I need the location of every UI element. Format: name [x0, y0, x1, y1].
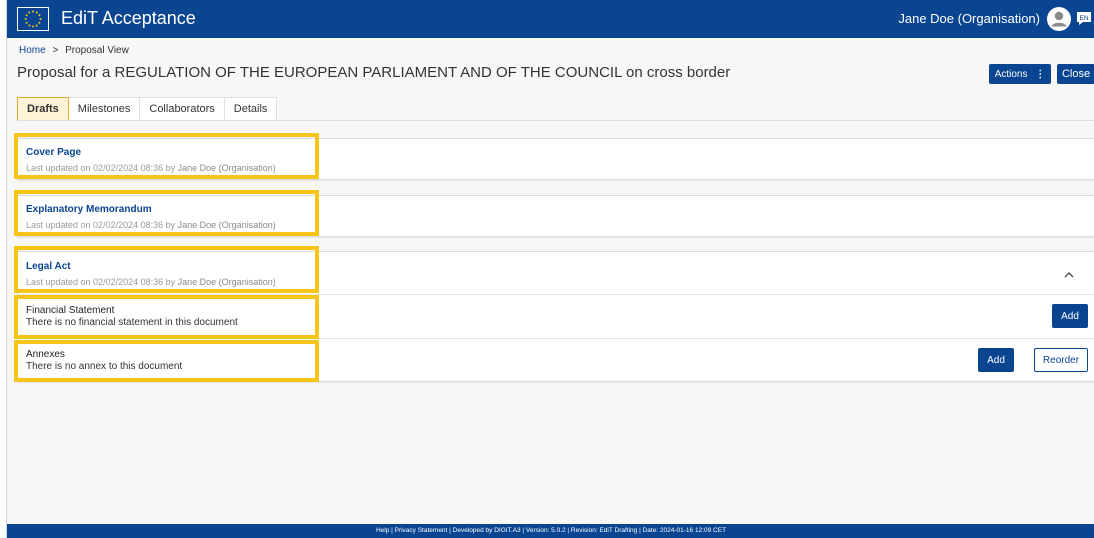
actions-label: Actions [994, 68, 1028, 80]
eu-flag-icon [17, 7, 49, 31]
breadcrumb-separator: > [52, 45, 59, 56]
add-annex-button[interactable]: Add [978, 348, 1014, 372]
app-window: EdiT Acceptance Jane Doe (Organisation) … [6, 0, 1094, 538]
reorder-annexes-button[interactable]: Reorder [1034, 348, 1088, 372]
close-button[interactable]: Close [1057, 64, 1094, 84]
cover-page-highlight [14, 133, 319, 179]
tab-collaborators[interactable]: Collaborators [140, 97, 225, 121]
top-bar: EdiT Acceptance Jane Doe (Organisation) … [7, 0, 1094, 38]
svg-text:EN: EN [1079, 15, 1088, 22]
chevron-up-icon[interactable] [1063, 267, 1075, 278]
tab-bar: Drafts Milestones Collaborators Details [17, 97, 278, 121]
add-financial-statement-button[interactable]: Add [1052, 304, 1088, 328]
footer[interactable]: Help | Privacy Statement | Developed by … [7, 524, 1094, 538]
annexes-highlight [14, 340, 319, 382]
tab-details[interactable]: Details [224, 97, 278, 121]
tab-milestones[interactable]: Milestones [68, 97, 141, 121]
breadcrumb-home-link[interactable]: Home [19, 45, 46, 56]
user-avatar-icon[interactable] [1047, 7, 1071, 31]
page-title: Proposal for a REGULATION OF THE EUROPEA… [17, 64, 731, 81]
actions-button[interactable]: Actions ⋮ [989, 64, 1051, 84]
app-title: EdiT Acceptance [61, 8, 196, 28]
user-name[interactable]: Jane Doe (Organisation) [898, 11, 1040, 26]
legal-act-highlight [14, 246, 319, 293]
explanatory-memorandum-highlight [14, 190, 319, 236]
financial-statement-highlight [14, 295, 319, 339]
breadcrumb: Home > Proposal View [19, 45, 129, 56]
kebab-menu-icon: ⋮ [1035, 68, 1046, 80]
tab-drafts[interactable]: Drafts [17, 97, 69, 121]
tab-divider [17, 120, 1094, 121]
breadcrumb-current: Proposal View [65, 45, 129, 56]
language-icon[interactable]: EN [1076, 11, 1092, 26]
